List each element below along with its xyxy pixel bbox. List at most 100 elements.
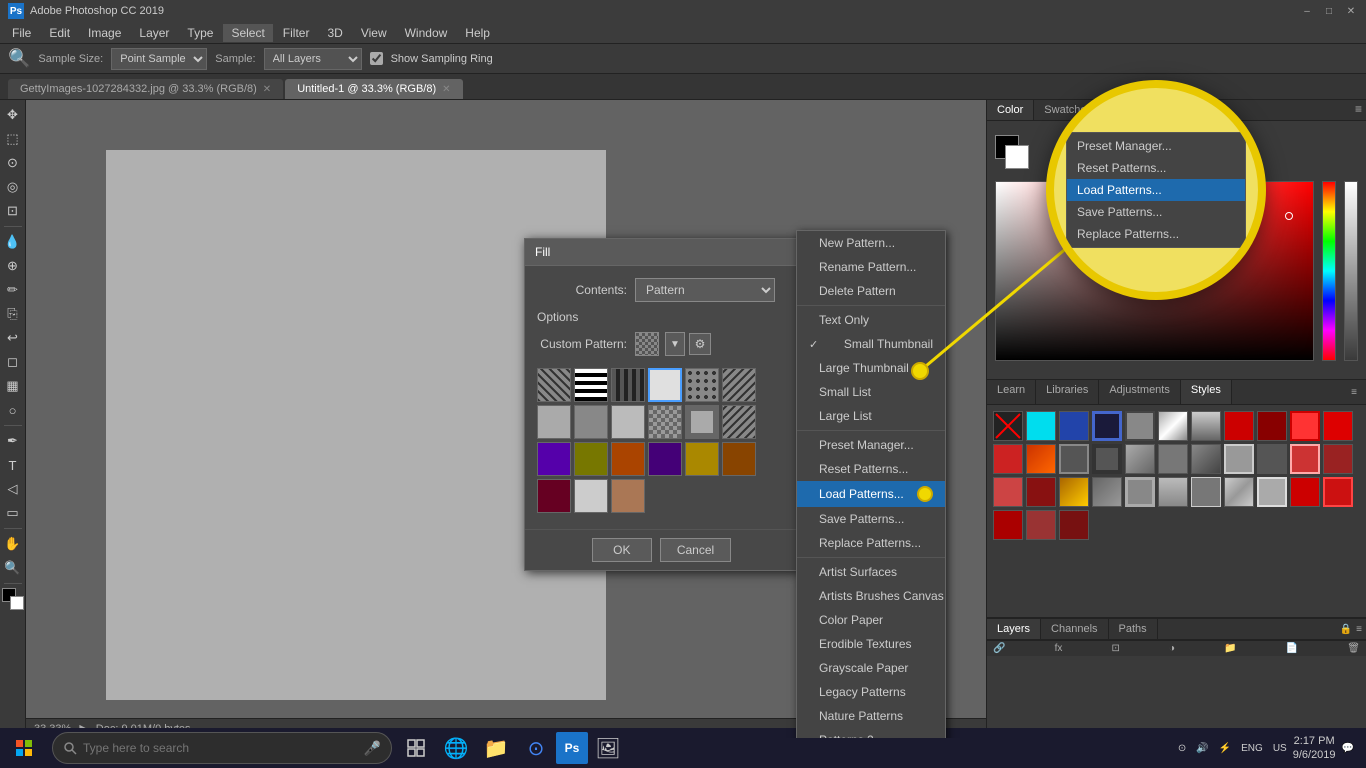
hand-tool[interactable]: ✋ <box>2 533 24 555</box>
tab-libraries[interactable]: Libraries <box>1036 380 1099 404</box>
tab-layers[interactable]: Layers <box>987 619 1041 639</box>
style-row2-7[interactable] <box>1224 444 1254 474</box>
layers-panel-menu[interactable]: ≡ <box>1356 624 1362 635</box>
ctx-color-paper[interactable]: Color Paper <box>797 608 945 632</box>
menu-select[interactable]: Select <box>223 24 272 42</box>
pattern-thumb-12[interactable] <box>722 405 756 439</box>
pattern-thumb-4[interactable] <box>648 368 682 402</box>
marquee-tool[interactable]: ⬚ <box>2 128 24 150</box>
style-row3-10[interactable] <box>993 510 1023 540</box>
tray-volume[interactable]: 🔊 <box>1192 741 1212 756</box>
search-bar[interactable]: 🎤 <box>52 732 392 764</box>
style-row2-4[interactable] <box>1125 444 1155 474</box>
style-row3-9[interactable] <box>1323 477 1353 507</box>
taskbar-edge[interactable]: 🌐 <box>436 728 476 768</box>
menu-view[interactable]: View <box>353 24 395 42</box>
ctx-reset-patterns[interactable]: Reset Patterns... <box>797 457 945 481</box>
tab-channels[interactable]: Channels <box>1041 619 1108 639</box>
brush-tool[interactable]: ✏ <box>2 279 24 301</box>
ctx-delete-pattern[interactable]: Delete Pattern <box>797 279 945 303</box>
tab-paths[interactable]: Paths <box>1109 619 1158 639</box>
pattern-thumb-19[interactable] <box>537 479 571 513</box>
pattern-gear-btn[interactable]: ⚙ <box>689 333 711 355</box>
ctx-patterns-2[interactable]: Patterns 2 <box>797 728 945 738</box>
eyedropper-tool-btn[interactable]: 💧 <box>2 231 24 253</box>
tab-styles[interactable]: Styles <box>1181 380 1232 404</box>
tab-getty[interactable]: GettyImages-1027284332.jpg @ 33.3% (RGB/… <box>8 79 283 99</box>
pattern-dropdown-btn[interactable]: ▼ <box>665 332 685 356</box>
ctx-large-thumbnail[interactable]: Large Thumbnail <box>797 356 945 380</box>
style-row2-12[interactable] <box>1026 477 1056 507</box>
ctx-save-patterns[interactable]: Save Patterns... <box>797 507 945 531</box>
style-row3-8[interactable] <box>1290 477 1320 507</box>
layers-panel-lock[interactable]: 🔒 <box>1340 624 1352 635</box>
fill-ok-button[interactable]: OK <box>592 538 652 562</box>
pattern-thumb-11[interactable] <box>685 405 719 439</box>
style-row3-7[interactable] <box>1257 477 1287 507</box>
ctx-small-thumbnail[interactable]: Small Thumbnail <box>797 332 945 356</box>
taskbar-media[interactable]: 🖼 <box>588 728 628 768</box>
zoom-load-patterns[interactable]: Load Patterns... <box>1067 179 1245 201</box>
history-brush[interactable]: ↩ <box>2 327 24 349</box>
canvas-area[interactable]: Fill Contents: Pattern Foreground Color … <box>26 100 986 738</box>
link-layers-btn[interactable]: 🔗 <box>993 643 1005 654</box>
menu-layer[interactable]: Layer <box>131 24 177 42</box>
color-panel-menu[interactable]: ≡ <box>1351 100 1366 120</box>
tray-network[interactable]: ⊙ <box>1174 741 1190 756</box>
tray-battery[interactable]: ⚡ <box>1215 741 1235 756</box>
alpha-strip[interactable] <box>1344 181 1358 361</box>
move-tool[interactable]: ✥ <box>2 104 24 126</box>
style-row3-12[interactable] <box>1059 510 1089 540</box>
pattern-thumb-17[interactable] <box>685 442 719 476</box>
pattern-thumb-9[interactable] <box>611 405 645 439</box>
pattern-preview-swatch[interactable] <box>635 332 659 356</box>
show-ring-checkbox[interactable] <box>370 52 383 65</box>
zoom-tool-btn[interactable]: 🔍 <box>2 557 24 579</box>
style-row2-11[interactable] <box>993 477 1023 507</box>
ctx-preset-manager[interactable]: Preset Manager... <box>797 433 945 457</box>
ctx-legacy-patterns[interactable]: Legacy Patterns <box>797 680 945 704</box>
layer-effects-btn[interactable]: fx <box>1055 643 1063 654</box>
zoom-replace-patterns[interactable]: Replace Patterns... <box>1067 223 1245 245</box>
tab-untitled[interactable]: Untitled-1 @ 33.3% (RGB/8) ✕ <box>285 79 462 99</box>
ctx-artists-brushes[interactable]: Artists Brushes Canvas <box>797 584 945 608</box>
zoom-save-patterns[interactable]: Save Patterns... <box>1067 201 1245 223</box>
style-dark-sq[interactable] <box>1092 411 1122 441</box>
ctx-large-list[interactable]: Large List <box>797 404 945 428</box>
menu-filter[interactable]: Filter <box>275 24 318 42</box>
pen-tool[interactable]: ✒ <box>2 430 24 452</box>
pattern-thumb-13[interactable] <box>537 442 571 476</box>
quick-select-tool[interactable]: ◎ <box>2 176 24 198</box>
style-row3-4[interactable] <box>1158 477 1188 507</box>
pattern-thumb-7[interactable] <box>537 405 571 439</box>
tab-adjustments[interactable]: Adjustments <box>1099 380 1181 404</box>
style-gray-sq[interactable] <box>1125 411 1155 441</box>
tab-getty-close[interactable]: ✕ <box>263 84 271 95</box>
tab-color[interactable]: Color <box>987 100 1034 120</box>
zoom-reset-patterns[interactable]: Reset Patterns... <box>1067 157 1245 179</box>
style-row3-6[interactable] <box>1224 477 1254 507</box>
tab-learn[interactable]: Learn <box>987 380 1036 404</box>
add-mask-btn[interactable]: ⊡ <box>1111 643 1119 654</box>
pattern-thumb-14[interactable] <box>574 442 608 476</box>
ctx-replace-patterns[interactable]: Replace Patterns... <box>797 531 945 555</box>
style-chrome[interactable] <box>1158 411 1188 441</box>
ctx-small-list[interactable]: Small List <box>797 380 945 404</box>
maximize-button[interactable]: □ <box>1322 4 1336 18</box>
style-none[interactable] <box>993 411 1023 441</box>
style-row3-11[interactable] <box>1026 510 1056 540</box>
pattern-thumb-2[interactable] <box>574 368 608 402</box>
microphone-icon[interactable]: 🎤 <box>364 740 381 757</box>
style-row2-10[interactable] <box>1323 444 1353 474</box>
tray-datetime[interactable]: 2:17 PM 9/6/2019 <box>1293 734 1336 763</box>
search-input[interactable] <box>83 741 358 755</box>
style-row2-1[interactable] <box>1026 444 1056 474</box>
lasso-tool[interactable]: ⊙ <box>2 152 24 174</box>
pattern-thumb-6[interactable] <box>722 368 756 402</box>
heal-tool[interactable]: ⊕ <box>2 255 24 277</box>
menu-edit[interactable]: Edit <box>41 24 78 42</box>
sample-size-select[interactable]: Point Sample 3x3 Average <box>111 48 207 70</box>
type-tool[interactable]: T <box>2 454 24 476</box>
taskbar-explorer[interactable]: 📁 <box>476 728 516 768</box>
ctx-erodible-textures[interactable]: Erodible Textures <box>797 632 945 656</box>
